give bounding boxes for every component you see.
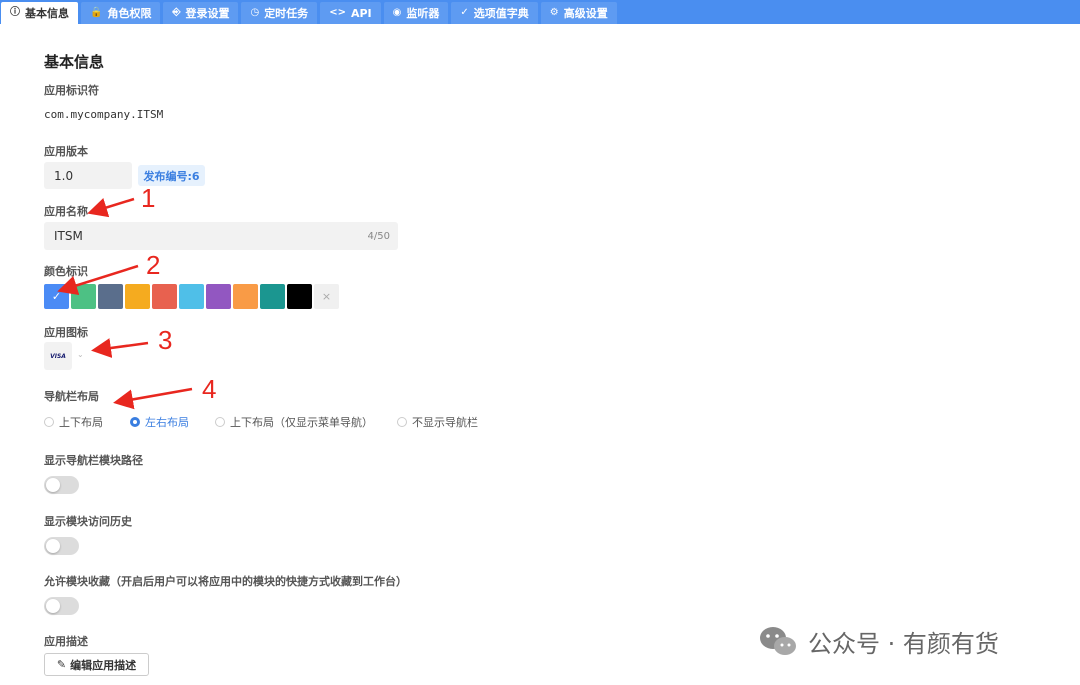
allow-fav-toggle[interactable] [44,597,79,615]
tab-label: 基本信息 [25,7,69,20]
toggle-knob [46,539,60,553]
page-title: 基本信息 [44,53,105,71]
color-swatch[interactable] [71,284,96,309]
code-icon: <> [329,7,346,18]
allow-fav-label: 允许模块收藏（开启后用户可以将应用中的模块的快捷方式收藏到工作台） [44,575,407,588]
nav-layout-radio-group: 上下布局 左右布局 上下布局（仅显示菜单导航） 不显示导航栏 [44,414,487,430]
tab-label: 高级设置 [563,7,608,20]
app-name-value: ITSM [54,229,83,243]
tab-3[interactable]: ◷ 定时任务 [241,2,318,24]
visa-icon: VISA [50,352,66,360]
nav-layout-option-0[interactable]: 上下布局 [44,414,130,430]
annotation-number-2: 2 [146,250,161,280]
tab-label: 角色权限 [107,7,152,20]
color-swatch[interactable] [98,284,123,309]
color-swatch[interactable] [125,284,150,309]
arrow-1 [87,197,135,218]
clear-color-icon[interactable]: × [314,284,339,309]
annotation-number-4: 4 [202,374,217,404]
edit-description-label: 编辑应用描述 [70,658,137,672]
version-value: 1.0 [54,168,74,183]
arrow-3 [91,338,149,358]
char-counter: 4/50 [367,230,390,242]
color-swatch[interactable] [206,284,231,309]
radio-label: 不显示导航栏 [412,416,478,429]
color-swatch[interactable] [152,284,177,309]
app-icon-picker[interactable]: VISA [44,342,72,370]
tab-label: 选项值字典 [473,7,529,20]
gear-icon: ⚙ [549,7,559,18]
color-swatch[interactable] [260,284,285,309]
tab-2[interactable]: ⎆ 登录设置 [163,2,239,24]
color-label: 颜色标识 [44,265,88,278]
app-name-input[interactable]: ITSM 4/50 [44,222,398,250]
color-swatch[interactable]: ✓ [44,284,69,309]
chevron-down-icon[interactable]: ⌄ [77,350,84,359]
nav-layout-option-3[interactable]: 不显示导航栏 [397,414,487,430]
tab-label: 定时任务 [264,7,309,20]
edit-description-button[interactable]: ✎ 编辑应用描述 [44,653,149,676]
version-label: 应用版本 [44,145,88,158]
check-icon: ✓ [51,290,62,303]
color-swatch[interactable] [287,284,312,309]
login-icon: ⎆ [172,7,181,18]
color-swatch[interactable] [179,284,204,309]
tab-label: API [350,6,372,20]
color-swatches: ✓ × [44,284,339,309]
tab-1[interactable]: 🔒 角色权限 [81,2,161,24]
tab-6[interactable]: ✓ 选项值字典 [451,2,538,24]
app-id-value: com.mycompany.ITSM [44,108,164,121]
show-path-toggle[interactable] [44,476,79,494]
tab-4[interactable]: <> API [320,2,381,24]
watermark-text: 公众号 · 有颜有货 [808,630,999,658]
app-id-label: 应用标识符 [44,84,99,97]
check-circle-icon: ✓ [460,7,469,18]
show-history-toggle[interactable] [44,537,79,555]
nav-layout-label: 导航栏布局 [44,390,99,403]
info-icon: ⓘ [10,7,20,18]
radio-label: 上下布局 [59,416,103,429]
tab-7[interactable]: ⚙ 高级设置 [540,2,617,24]
clock-icon: ◷ [250,7,260,18]
arrow-4 [113,387,193,410]
watermark: 公众号 · 有颜有货 [758,624,999,659]
nav-layout-option-2[interactable]: 上下布局（仅显示菜单导航） [215,414,397,430]
name-label: 应用名称 [44,205,88,218]
icon-label: 应用图标 [44,326,88,339]
version-field[interactable]: 1.0 [44,162,132,189]
radio-icon [44,417,54,427]
color-swatch[interactable] [233,284,258,309]
radio-label: 上下布局（仅显示菜单导航） [230,416,373,429]
annotation-number-1: 1 [141,183,156,213]
eye-icon: ◉ [392,7,402,18]
radio-icon [130,417,140,427]
wechat-icon [760,626,796,655]
desc-label: 应用描述 [44,635,88,648]
tab-5[interactable]: ◉ 监听器 [383,2,449,24]
radio-label: 左右布局 [145,416,189,429]
toggle-knob [46,599,60,613]
lock-icon: 🔒 [90,7,103,18]
edit-icon: ✎ [56,658,67,671]
tab-label: 登录设置 [185,7,230,20]
show-path-label: 显示导航栏模块路径 [44,454,143,467]
toggle-knob [46,478,60,492]
nav-layout-option-1[interactable]: 左右布局 [130,414,215,430]
radio-icon [215,417,225,427]
annotation-number-3: 3 [158,325,173,355]
tab-label: 监听器 [406,7,440,20]
tab-bar: ⓘ 基本信息 🔒 角色权限 ⎆ 登录设置 ◷ 定时任务 <> API ◉ 监听器 ✓ 选项值字典 ⚙ 高级设置 [0,0,1080,24]
radio-icon [397,417,407,427]
show-history-label: 显示模块访问历史 [44,515,132,528]
tab-0[interactable]: ⓘ 基本信息 [1,2,78,24]
